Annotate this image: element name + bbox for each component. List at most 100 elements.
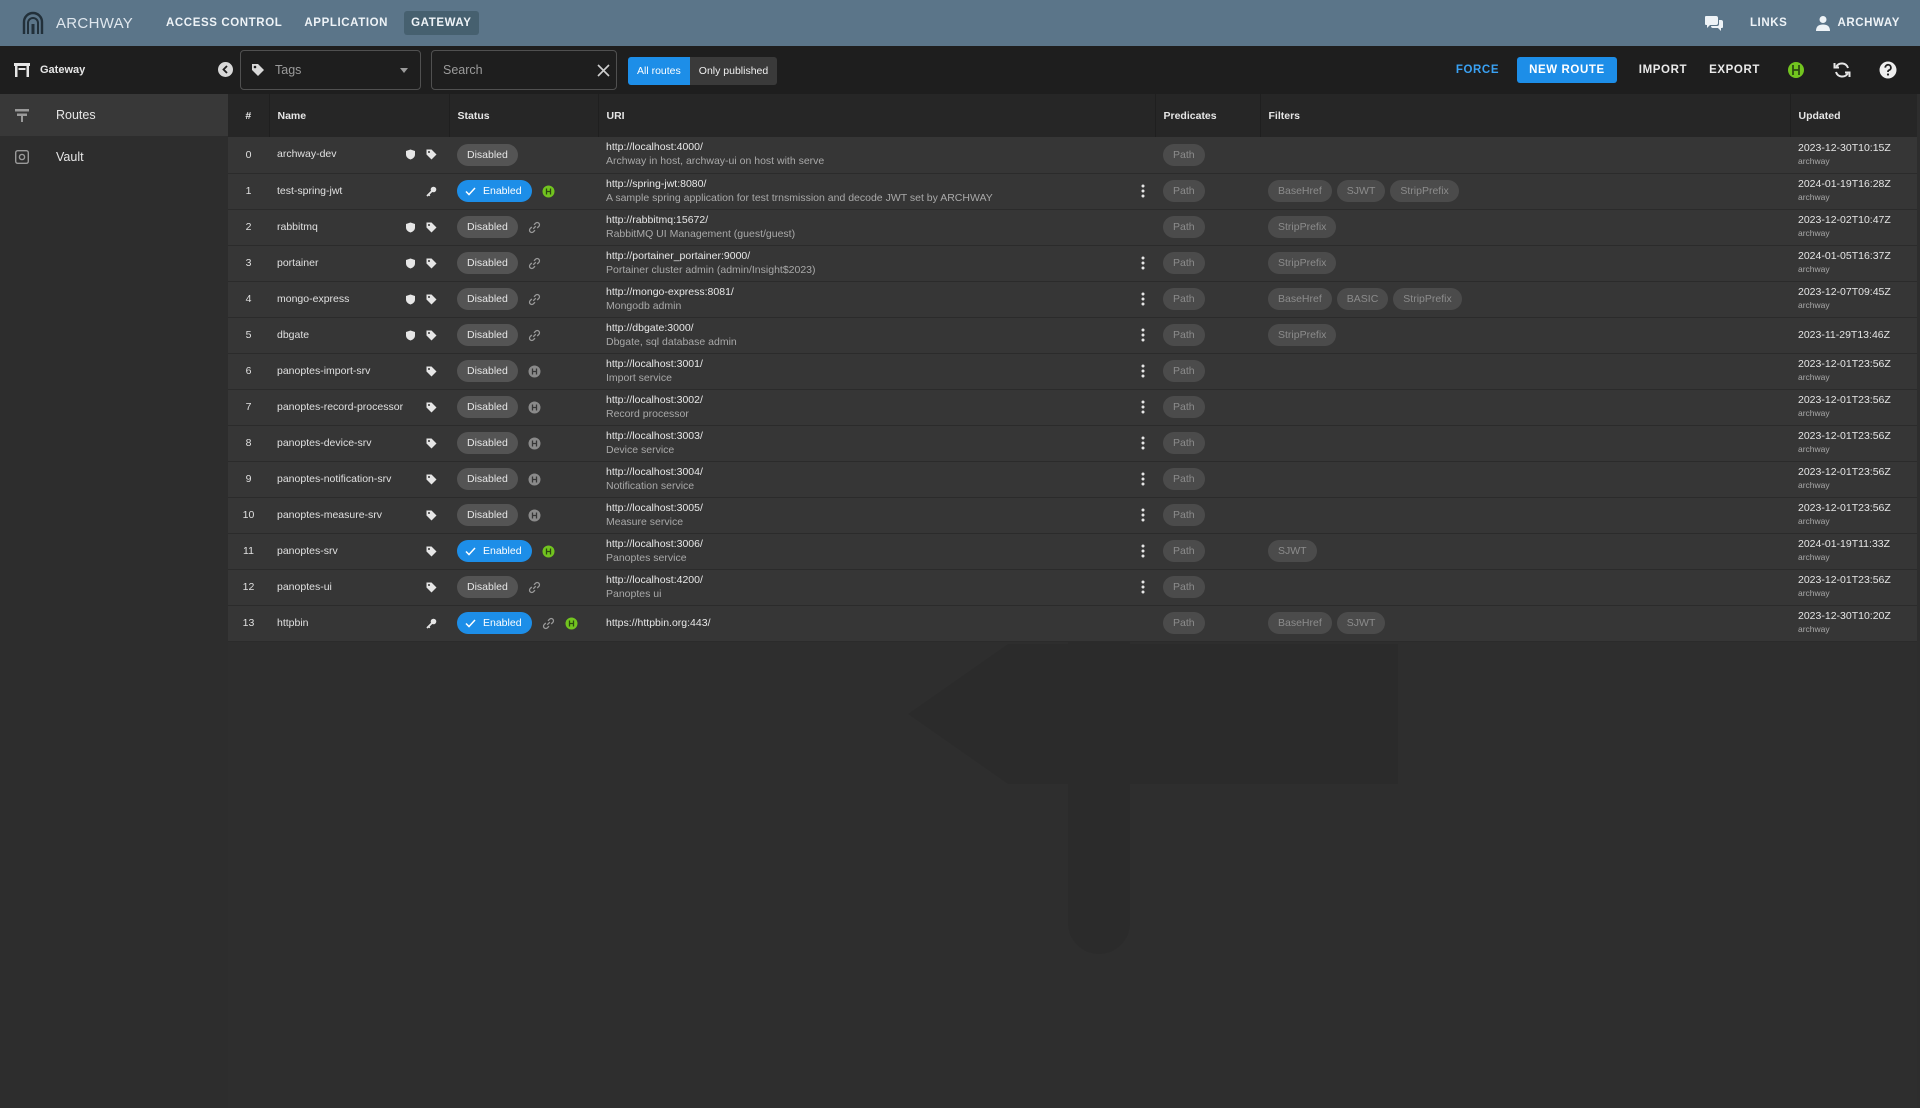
route-uri[interactable]: http://dbgate:3000/ bbox=[606, 322, 737, 335]
route-uri[interactable]: http://portainer_portainer:9000/ bbox=[606, 250, 816, 263]
brand[interactable]: ARCHWAY bbox=[20, 10, 148, 36]
more-vert-icon[interactable] bbox=[1141, 436, 1145, 450]
link-icon[interactable] bbox=[528, 221, 541, 234]
name-cell[interactable]: dbgate bbox=[269, 317, 449, 353]
tag-icon[interactable] bbox=[426, 366, 437, 377]
search-input[interactable] bbox=[443, 63, 583, 77]
tag-icon[interactable] bbox=[426, 438, 437, 449]
filter-all-routes[interactable]: All routes bbox=[628, 57, 690, 85]
status-toggle[interactable]: Enabled bbox=[457, 540, 532, 562]
col-header-name[interactable]: Name bbox=[269, 94, 450, 137]
table-row[interactable]: 2 rabbitmq Disabled http://rabbitmq:15672/R… bbox=[228, 209, 1917, 245]
health-ok-icon[interactable] bbox=[542, 545, 555, 558]
link-icon[interactable] bbox=[528, 257, 541, 270]
name-cell[interactable]: archway-dev bbox=[269, 137, 449, 173]
table-row[interactable]: 7 panoptes-record-processor Disabled http:/… bbox=[228, 389, 1917, 425]
status-toggle[interactable]: Enabled bbox=[457, 180, 532, 202]
status-toggle[interactable]: Disabled bbox=[457, 324, 518, 346]
table-row[interactable]: 3 portainer Disabled http://portainer_porta… bbox=[228, 245, 1917, 281]
link-icon[interactable] bbox=[528, 329, 541, 342]
sidebar-item-routes[interactable]: Routes bbox=[0, 94, 228, 136]
status-toggle[interactable]: Disabled bbox=[457, 468, 518, 490]
name-cell[interactable]: httpbin bbox=[269, 605, 449, 641]
table-row[interactable]: 8 panoptes-device-srv Disabled http://local… bbox=[228, 425, 1917, 461]
health-ok-icon[interactable] bbox=[565, 617, 578, 630]
tag-icon[interactable] bbox=[426, 330, 437, 341]
col-header-updated[interactable]: Updated bbox=[1790, 94, 1917, 137]
more-vert-icon[interactable] bbox=[1141, 184, 1145, 198]
more-vert-icon[interactable] bbox=[1141, 472, 1145, 486]
sidebar-item-vault[interactable]: Vault bbox=[0, 136, 228, 178]
name-cell[interactable]: portainer bbox=[269, 245, 449, 281]
nav-gateway[interactable]: GATEWAY bbox=[404, 11, 479, 35]
health-unknown-icon[interactable] bbox=[528, 473, 541, 486]
key-icon[interactable] bbox=[426, 618, 437, 629]
key-icon[interactable] bbox=[426, 186, 437, 197]
name-cell[interactable]: panoptes-device-srv bbox=[269, 425, 449, 461]
table-row[interactable]: 4 mongo-express Disabled http://mongo-expre… bbox=[228, 281, 1917, 317]
health-unknown-icon[interactable] bbox=[528, 365, 541, 378]
link-icon[interactable] bbox=[542, 617, 555, 630]
route-uri[interactable]: http://localhost:3004/ bbox=[606, 466, 703, 479]
route-uri[interactable]: http://localhost:3002/ bbox=[606, 394, 703, 407]
status-toggle[interactable]: Enabled bbox=[457, 612, 532, 634]
table-row[interactable]: 13 httpbin Enabled https://httpbin.org:443/… bbox=[228, 605, 1917, 641]
table-row[interactable]: 9 panoptes-notification-srv Disabled http:/… bbox=[228, 461, 1917, 497]
force-button[interactable]: FORCE bbox=[1456, 64, 1499, 76]
name-cell[interactable]: test-spring-jwt bbox=[269, 173, 449, 209]
tag-icon[interactable] bbox=[426, 510, 437, 521]
table-row[interactable]: 1 test-spring-jwt Enabled http://spring-jwt… bbox=[228, 173, 1917, 209]
name-cell[interactable]: panoptes-import-srv bbox=[269, 353, 449, 389]
table-row[interactable]: 5 dbgate Disabled http://dbgate:3000/Dbgate… bbox=[228, 317, 1917, 353]
more-vert-icon[interactable] bbox=[1141, 544, 1145, 558]
table-row[interactable]: 10 panoptes-measure-srv Disabled http://loc… bbox=[228, 497, 1917, 533]
more-vert-icon[interactable] bbox=[1141, 328, 1145, 342]
user-icon[interactable] bbox=[1815, 15, 1831, 31]
tag-icon[interactable] bbox=[426, 258, 437, 269]
nav-application[interactable]: APPLICATION bbox=[298, 11, 394, 35]
health-unknown-icon[interactable] bbox=[528, 401, 541, 414]
health-ok-icon[interactable] bbox=[542, 185, 555, 198]
route-uri[interactable]: http://localhost:4000/ bbox=[606, 141, 824, 154]
more-vert-icon[interactable] bbox=[1141, 256, 1145, 270]
tag-icon[interactable] bbox=[426, 546, 437, 557]
close-icon[interactable] bbox=[597, 63, 610, 77]
status-toggle[interactable]: Disabled bbox=[457, 143, 518, 166]
status-toggle[interactable]: Disabled bbox=[457, 432, 518, 454]
name-cell[interactable]: rabbitmq bbox=[269, 209, 449, 245]
status-toggle[interactable]: Disabled bbox=[457, 216, 518, 238]
health-unknown-icon[interactable] bbox=[528, 437, 541, 450]
route-uri[interactable]: http://mongo-express:8081/ bbox=[606, 286, 734, 299]
help-icon[interactable] bbox=[1878, 60, 1898, 80]
collapse-sidebar-button[interactable] bbox=[218, 62, 233, 77]
route-uri[interactable]: http://localhost:3005/ bbox=[606, 502, 703, 515]
export-button[interactable]: EXPORT bbox=[1709, 64, 1760, 76]
filter-only-published[interactable]: Only published bbox=[689, 57, 778, 85]
name-cell[interactable]: panoptes-record-processor bbox=[269, 389, 449, 425]
more-vert-icon[interactable] bbox=[1141, 292, 1145, 306]
shield-icon[interactable] bbox=[405, 258, 416, 269]
table-row[interactable]: 6 panoptes-import-srv Disabled http://local… bbox=[228, 353, 1917, 389]
more-vert-icon[interactable] bbox=[1141, 508, 1145, 522]
more-vert-icon[interactable] bbox=[1141, 580, 1145, 594]
more-vert-icon[interactable] bbox=[1141, 400, 1145, 414]
new-route-button[interactable]: NEW ROUTE bbox=[1517, 57, 1617, 83]
status-toggle[interactable]: Disabled bbox=[457, 360, 518, 382]
route-uri[interactable]: http://localhost:3006/ bbox=[606, 538, 703, 551]
route-uri[interactable]: http://localhost:3003/ bbox=[606, 430, 703, 443]
table-row[interactable]: 0 archway-dev Disabled http://localhost:400… bbox=[228, 137, 1917, 173]
link-icon[interactable] bbox=[528, 581, 541, 594]
links-menu[interactable]: LINKS bbox=[1750, 17, 1788, 29]
route-uri[interactable]: http://localhost:4200/ bbox=[606, 574, 703, 587]
route-uri[interactable]: http://localhost:3001/ bbox=[606, 358, 703, 371]
route-uri[interactable]: http://spring-jwt:8080/ bbox=[606, 178, 993, 191]
health-unknown-icon[interactable] bbox=[528, 509, 541, 522]
status-toggle[interactable]: Disabled bbox=[457, 252, 518, 274]
shield-icon[interactable] bbox=[405, 222, 416, 233]
route-uri[interactable]: https://httpbin.org:443/ bbox=[606, 617, 711, 630]
tags-select[interactable]: Tags bbox=[240, 50, 421, 90]
tag-icon[interactable] bbox=[426, 222, 437, 233]
import-button[interactable]: IMPORT bbox=[1639, 64, 1687, 76]
name-cell[interactable]: panoptes-srv bbox=[269, 533, 449, 569]
shield-icon[interactable] bbox=[405, 294, 416, 305]
